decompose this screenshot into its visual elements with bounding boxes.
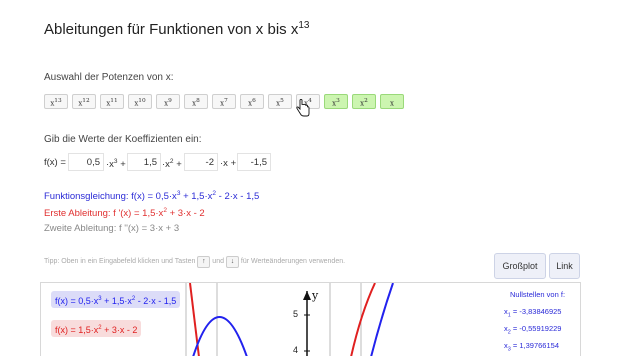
y-axis-arrow [303, 291, 311, 300]
power-button-6[interactable]: x6 [240, 94, 264, 109]
function-plot[interactable]: y 5 4 f(x) = 0,5·x3 + 1,5·x2 - 2·x - 1,5… [40, 282, 581, 356]
y-tick-label-4: 4 [293, 345, 299, 355]
power-button-11[interactable]: x11 [100, 94, 124, 109]
derivative-curve [350, 283, 376, 356]
function-curve [370, 283, 394, 356]
term-x1: ·x + [220, 158, 237, 169]
function-curve [192, 316, 248, 356]
coefficient-a2-input[interactable]: 1,5 [127, 153, 161, 171]
power-button-2[interactable]: x2 [352, 94, 376, 109]
y-tick-label-5: 5 [293, 309, 299, 319]
root-x3: x3 = 1,39766154 [504, 341, 559, 353]
second-derivative: Zweite Ableitung: f ''(x) = 3·x + 3 [44, 223, 180, 234]
root-x2: x2 = -0,55919229 [504, 324, 562, 336]
roots-title: Nullstellen von f: [510, 290, 566, 299]
first-derivative: Erste Ableitung: f '(x) = 1,5·x2 + 3·x -… [44, 207, 205, 220]
coefficient-a0-input[interactable]: -1,5 [237, 153, 271, 171]
coefficient-a1-input[interactable]: -2 [184, 153, 218, 171]
term-x3: ·x3 + [106, 158, 126, 171]
power-button-7[interactable]: x7 [212, 94, 236, 109]
power-button-12[interactable]: x12 [72, 94, 96, 109]
function-legend: f(x) = 0,5·x3 + 1,5·x2 - 2·x - 1,5 [51, 291, 181, 308]
keyboard-tip: Tipp: Oben in ein Eingabefeld klicken un… [44, 256, 345, 268]
grossplot-button[interactable]: Großplot [494, 253, 546, 279]
power-button-5[interactable]: x5 [268, 94, 292, 109]
derivative-legend: f(x) = 1,5·x2 + 3·x - 2 [51, 320, 142, 337]
power-button-13[interactable]: x13 [44, 94, 68, 109]
power-button-9[interactable]: x9 [156, 94, 180, 109]
coefficients-label: Gib die Werte der Koeffizienten ein: [44, 134, 202, 145]
power-selector: x13 x12 x11 x10 x9 x8 x7 x6 x5 x4 x3 x2 … [44, 94, 404, 109]
y-axis-label: y [312, 289, 319, 302]
root-x1: x1 = -3,83846925 [504, 307, 562, 319]
term-x2: ·x2 + [162, 158, 182, 171]
link-button[interactable]: Link [549, 253, 580, 279]
power-button-10[interactable]: x10 [128, 94, 152, 109]
fx-prefix: f(x) = [44, 157, 66, 168]
arrow-up-key-icon: ↑ [197, 256, 211, 268]
powers-label: Auswahl der Potenzen von x: [44, 72, 174, 83]
arrow-down-key-icon: ↓ [225, 256, 239, 268]
function-equation: Funktionsgleichung: f(x) = 0,5·x3 + 1,5·… [44, 190, 260, 203]
page-title: Ableitungen für Funktionen von x bis x13 [44, 20, 310, 38]
power-button-3[interactable]: x3 [324, 94, 348, 109]
hand-cursor-icon [296, 99, 310, 117]
power-button-8[interactable]: x8 [184, 94, 208, 109]
power-button-1[interactable]: x [380, 94, 404, 109]
coefficient-a3-input[interactable]: 0,5 [68, 153, 104, 171]
